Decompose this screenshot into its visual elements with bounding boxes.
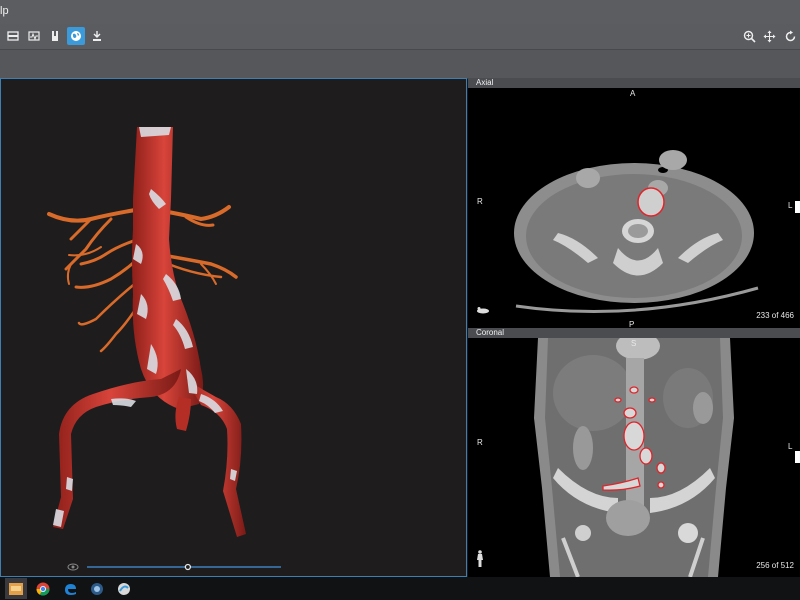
slider-thumb: [184, 563, 192, 571]
globe-tool-icon[interactable]: [67, 27, 85, 45]
pan-icon[interactable]: [760, 27, 778, 45]
edge-icon[interactable]: [59, 578, 81, 599]
axial-ct-slice: [514, 141, 759, 314]
visibility-icon: [67, 563, 79, 571]
app-icon[interactable]: [5, 578, 27, 599]
axial-orientation-top: A: [630, 89, 636, 98]
coronal-orientation-marker: [795, 451, 800, 463]
layout-icon[interactable]: [4, 27, 22, 45]
3d-volume-view[interactable]: [0, 78, 467, 577]
axial-title: Axial: [476, 78, 494, 87]
coronal-panel-header: Coronal: [468, 328, 800, 338]
chrome-icon[interactable]: [32, 578, 54, 599]
axial-orientation-right: L: [788, 201, 793, 210]
axial-orientation-bottom: P: [629, 320, 635, 328]
axial-orientation-left: R: [477, 197, 483, 206]
coronal-orientation-top: S: [631, 339, 637, 348]
menu-help-label[interactable]: lp: [0, 5, 9, 17]
aorta-3d-rendering: [47, 127, 246, 537]
export-icon[interactable]: [88, 27, 106, 45]
vessel-icon[interactable]: [46, 27, 64, 45]
coronal-viewport[interactable]: S R L 256 of 512: [468, 338, 800, 577]
coronal-orientation-left: R: [477, 438, 483, 447]
axial-orientation-marker: [795, 201, 800, 213]
axial-viewport[interactable]: A P R L 233 of 466: [468, 88, 800, 328]
opacity-slider[interactable]: [67, 561, 287, 573]
patient-lying-icon: [477, 307, 489, 314]
search-app-icon[interactable]: [86, 578, 108, 599]
patient-standing-icon: [477, 550, 483, 567]
zoom-icon[interactable]: [740, 27, 758, 45]
axial-panel-header: Axial: [468, 78, 800, 88]
coronal-ct-slice: [534, 338, 734, 577]
aorta: [132, 127, 204, 409]
medical-app-icon[interactable]: [113, 578, 135, 599]
rotate-icon[interactable]: [781, 27, 799, 45]
waveform-icon[interactable]: [25, 27, 43, 45]
menu-bar: lp: [0, 0, 800, 25]
coronal-title: Coronal: [476, 328, 505, 337]
coronal-orientation-right: L: [788, 442, 793, 451]
secondary-toolbar: [0, 50, 800, 79]
taskbar: [0, 577, 800, 600]
right-iliac-artery: [53, 369, 181, 529]
toolbar: [0, 24, 800, 50]
axial-slice-counter: 233 of 466: [756, 311, 794, 320]
coronal-slice-counter: 256 of 512: [756, 561, 794, 570]
